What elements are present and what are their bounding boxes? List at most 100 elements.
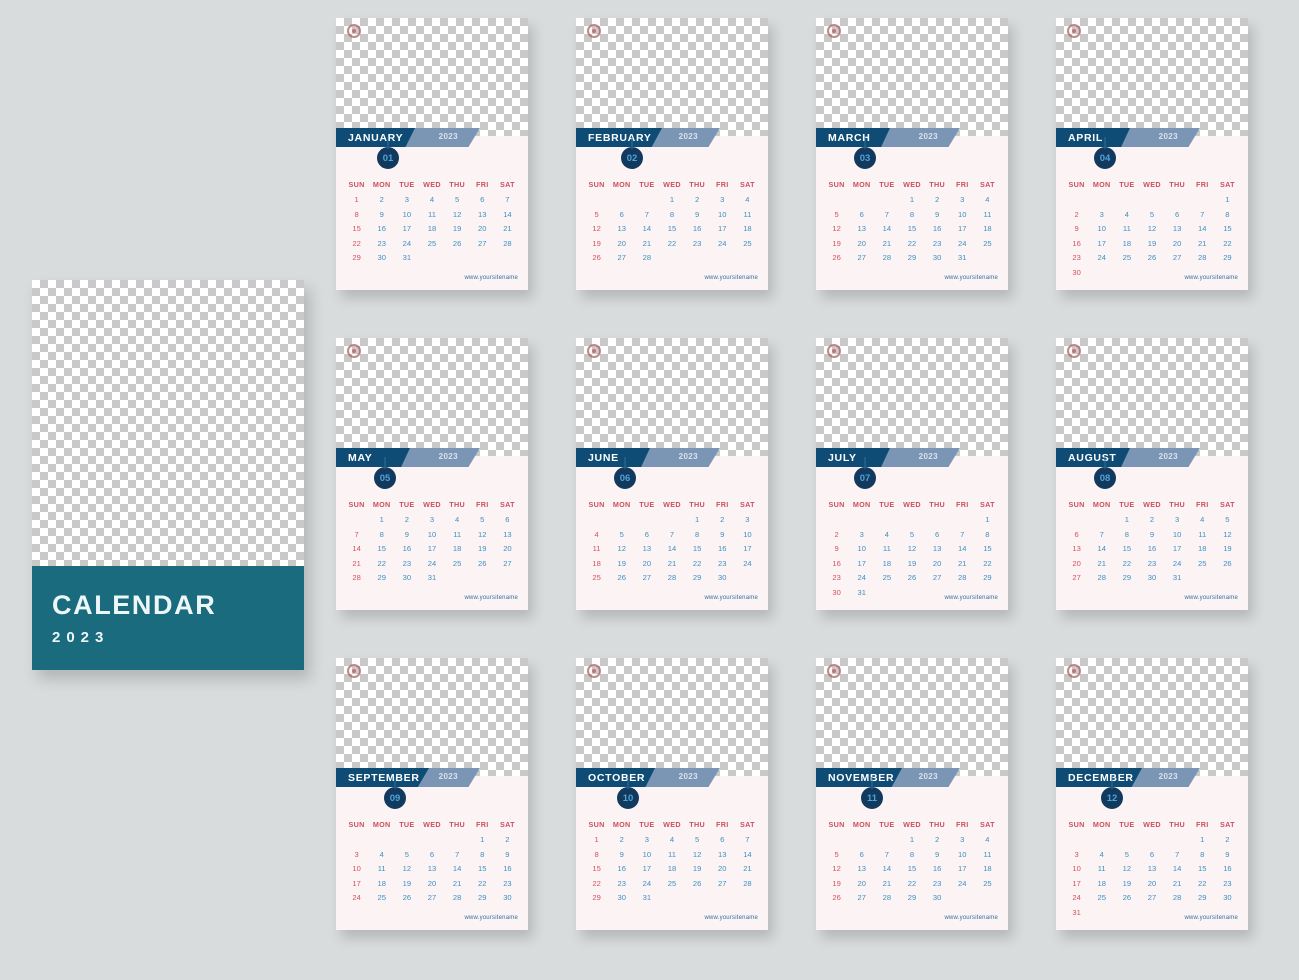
day-cell[interactable]: 28 [874,894,899,902]
day-cell[interactable]: 29 [344,254,369,262]
day-cell[interactable]: 5 [1139,210,1164,219]
day-cell[interactable]: 10 [950,850,975,859]
day-cell[interactable]: 21 [874,240,899,248]
day-cell[interactable]: 27 [849,894,874,902]
day-cell[interactable]: 5 [609,530,634,539]
day-cell[interactable]: 10 [849,545,874,553]
day-cell[interactable]: 11 [659,850,684,859]
day-cell[interactable]: 16 [495,865,520,873]
day-cell[interactable]: 25 [659,880,684,888]
day-cell[interactable]: 24 [735,560,760,568]
day-cell[interactable]: 8 [470,850,495,859]
day-cell[interactable]: 6 [849,210,874,219]
cover-card[interactable]: CALENDAR 2023 [32,280,304,670]
day-cell[interactable]: 9 [609,850,634,859]
day-cell[interactable]: 8 [344,210,369,219]
day-cell[interactable]: 23 [609,880,634,888]
day-cell[interactable]: 24 [419,560,444,568]
day-cell[interactable]: 31 [1064,909,1089,917]
day-cell[interactable]: 30 [1139,574,1164,582]
day-cell[interactable]: 22 [899,240,924,248]
day-cell[interactable]: 29 [899,894,924,902]
day-cell[interactable]: 6 [495,516,520,524]
day-cell[interactable]: 8 [899,210,924,219]
day-cell[interactable]: 13 [1064,545,1089,553]
day-cell[interactable]: 12 [470,530,495,539]
day-cell[interactable]: 5 [584,210,609,219]
day-cell[interactable]: 6 [419,850,444,859]
day-cell[interactable]: 24 [1064,894,1089,902]
day-cell[interactable]: 8 [685,530,710,539]
day-cell[interactable]: 18 [1089,880,1114,888]
day-cell[interactable]: 31 [419,574,444,582]
day-cell[interactable]: 20 [1139,880,1164,888]
day-cell[interactable]: 10 [419,530,444,539]
day-cell[interactable]: 23 [1064,254,1089,262]
day-cell[interactable]: 21 [1190,240,1215,248]
day-cell[interactable]: 13 [1165,225,1190,233]
day-cell[interactable]: 10 [1165,530,1190,539]
day-cell[interactable]: 4 [1114,210,1139,219]
day-cell[interactable]: 10 [1064,865,1089,873]
day-cell[interactable]: 1 [470,836,495,844]
day-cell[interactable]: 11 [369,865,394,873]
day-cell[interactable]: 31 [634,894,659,902]
day-cell[interactable]: 16 [609,865,634,873]
month-card-january[interactable]: 2023 JANUARY 01 SUN MON TUE WED THU FRI SAT 1 2 3 4 5 6… [336,18,528,290]
day-cell[interactable]: 26 [824,894,849,902]
day-cell[interactable]: 23 [369,240,394,248]
day-cell[interactable]: 4 [445,516,470,524]
day-cell[interactable]: 31 [849,589,874,597]
day-cell[interactable]: 9 [925,210,950,219]
day-cell[interactable]: 16 [1064,240,1089,248]
site-url-label[interactable]: www.yoursitename [464,595,518,601]
day-cell[interactable]: 27 [634,574,659,582]
day-cell[interactable]: 29 [584,894,609,902]
month-card-july[interactable]: 2023JULY07SUNMONTUEWEDTHUFRISAT......123… [816,338,1008,610]
day-cell[interactable]: 6 [925,530,950,539]
day-cell[interactable]: 15 [975,545,1000,553]
day-cell[interactable]: 1 [685,516,710,524]
day-cell[interactable]: 2 [369,196,394,204]
month-card-october[interactable]: 2023 OCTOBER 10 SUN MON TUE WED THU FRI SAT 1 2 3 4 5 6… [576,658,768,930]
day-cell[interactable]: 28 [495,240,520,248]
day-cell[interactable]: 4 [419,196,444,204]
month-photo-placeholder[interactable] [816,658,1008,776]
day-cell[interactable]: 16 [710,545,735,553]
day-cell[interactable]: 10 [344,865,369,873]
day-cell[interactable]: 11 [1114,225,1139,233]
day-cell[interactable]: 24 [1165,560,1190,568]
day-cell[interactable]: 17 [1165,545,1190,553]
day-cell[interactable]: 28 [445,894,470,902]
day-cell[interactable]: 23 [394,560,419,568]
day-cell[interactable]: 1 [1114,516,1139,524]
day-cell[interactable]: 7 [445,850,470,859]
day-cell[interactable]: 18 [445,545,470,553]
day-cell[interactable]: 19 [1139,240,1164,248]
day-cell[interactable]: 25 [584,574,609,582]
day-cell[interactable]: 6 [634,530,659,539]
day-cell[interactable]: 15 [659,225,684,233]
day-cell[interactable]: 27 [470,240,495,248]
day-cell[interactable]: 8 [1190,850,1215,859]
day-cell[interactable]: 20 [634,560,659,568]
day-cell[interactable]: 14 [874,865,899,873]
day-cell[interactable]: 20 [419,880,444,888]
day-cell[interactable]: 16 [1215,865,1240,873]
month-photo-placeholder[interactable] [816,18,1008,136]
day-cell[interactable]: 24 [344,894,369,902]
day-cell[interactable]: 4 [369,850,394,859]
day-cell[interactable]: 11 [975,850,1000,859]
day-cell[interactable]: 21 [950,560,975,568]
month-card-may[interactable]: 2023MAY05SUNMONTUEWEDTHUFRISAT.123456789… [336,338,528,610]
day-cell[interactable]: 29 [1190,894,1215,902]
day-cell[interactable]: 10 [950,210,975,219]
day-cell[interactable]: 11 [735,210,760,219]
day-cell[interactable]: 27 [609,254,634,262]
month-card-september[interactable]: 2023SEPTEMBER09SUNMONTUEWEDTHUFRISAT....… [336,658,528,930]
day-cell[interactable]: 2 [495,836,520,844]
day-cell[interactable]: 1 [1190,836,1215,844]
day-cell[interactable]: 9 [925,850,950,859]
day-cell[interactable]: 12 [394,865,419,873]
day-cell[interactable]: 5 [685,836,710,844]
